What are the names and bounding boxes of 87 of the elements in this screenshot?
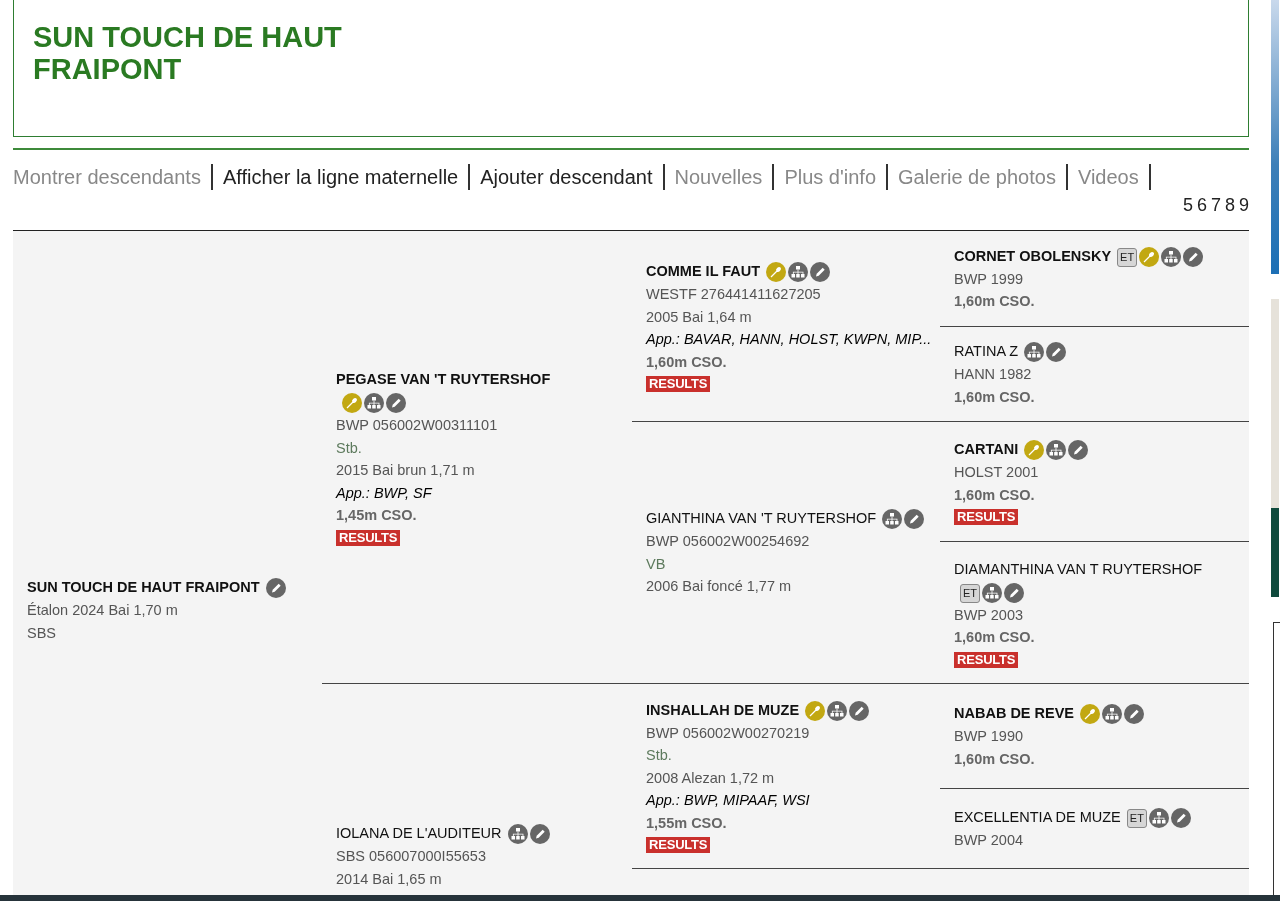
edit-icon[interactable] <box>904 509 925 530</box>
et-badge: ET <box>1117 247 1138 267</box>
sport-level: 1,60m CSO. <box>954 749 1036 769</box>
generation-link[interactable]: 6 <box>1196 194 1207 216</box>
horse-info: BWP 2004 <box>954 830 1025 850</box>
horse-name[interactable]: EXCELLENTIA DE MUZE <box>954 808 1121 825</box>
edit-icon[interactable] <box>1124 704 1145 725</box>
edit-icon[interactable] <box>849 700 870 721</box>
horse-info: HOLST 2001 <box>954 463 1040 482</box>
horse-info: 2014 Bai 1,65 m <box>336 869 443 889</box>
horse-name[interactable]: IOLANA DE L'AUDITEUR <box>336 825 502 841</box>
horse-info: Étalon 2024 Bai 1,70 m <box>27 601 179 620</box>
pedigree-tree-icon[interactable] <box>507 824 528 845</box>
generation-link[interactable]: 8 <box>1224 194 1235 216</box>
nav-link[interactable]: Galerie de photos <box>888 164 1066 190</box>
sport-level: 1,60m CSO. <box>646 352 728 372</box>
horse-name[interactable]: PEGASE VAN 'T RUYTERSHOF <box>336 371 551 388</box>
horse-status: Stb. <box>336 438 363 458</box>
nav-link[interactable]: Ajouter descendant <box>470 164 663 190</box>
pedigree-tree-icon[interactable] <box>1102 704 1123 725</box>
horse-info: 2006 Bai foncé 1,77 m <box>646 577 793 597</box>
results-button[interactable]: RESULTS <box>646 376 711 392</box>
horse-info: SBS <box>27 623 57 643</box>
approval-info: App.: BWP, SF <box>336 483 434 503</box>
pedigree-tree-icon[interactable] <box>1046 440 1067 461</box>
pedigree-tree-icon[interactable] <box>882 509 903 530</box>
horse-name[interactable]: DIAMANTHINA VAN T RUYTERSHOF <box>954 560 1203 577</box>
horse-info: BWP 056002W00270219 <box>646 723 811 743</box>
edit-icon[interactable] <box>1068 440 1089 461</box>
pedigree-tree-icon[interactable] <box>827 700 848 721</box>
horse-info: HANN 1982 <box>954 365 1033 384</box>
edit-icon[interactable] <box>810 262 831 283</box>
horse-status: VB <box>646 554 667 574</box>
et-badge: ET <box>960 583 981 603</box>
nav-link[interactable]: Plus d'info <box>774 164 887 190</box>
pedigree-tree-icon[interactable] <box>364 393 384 414</box>
horse-info: 2015 Bai brun 1,71 m <box>336 461 476 481</box>
edit-icon[interactable] <box>386 393 406 414</box>
horse-name[interactable]: RATINA Z <box>954 343 1019 359</box>
horse-name[interactable]: CORNET OBOLENSKY <box>954 247 1112 264</box>
pedigree-tree-icon[interactable] <box>1161 246 1182 267</box>
results-button[interactable]: RESULTS <box>646 837 711 854</box>
generation-link[interactable]: 9 <box>1239 194 1249 216</box>
edit-icon[interactable] <box>1046 342 1067 363</box>
results-button[interactable]: RESULTS <box>954 651 1019 668</box>
page-title: SUN TOUCH DE HAUT FRAIPONT <box>33 22 343 86</box>
horse-name[interactable]: NABAB DE REVE <box>954 705 1075 721</box>
edit-icon[interactable] <box>1170 807 1191 828</box>
sport-level: 1,55m CSO. <box>646 813 728 833</box>
edit-icon[interactable] <box>265 578 286 599</box>
edit-icon[interactable] <box>1004 582 1025 603</box>
horse-status: Stb. <box>646 746 673 766</box>
generation-link[interactable]: 7 <box>1210 194 1221 216</box>
et-badge: ET <box>1126 808 1147 828</box>
pedigree-tree-icon[interactable] <box>788 262 809 283</box>
nav-link[interactable]: Afficher la ligne maternelle <box>212 164 469 190</box>
nav-link[interactable]: Montrer descendants <box>13 164 211 190</box>
horse-name[interactable]: GIANTHINA VAN 'T RUYTERSHOF <box>646 510 877 527</box>
horse-name[interactable]: SUN TOUCH DE HAUT FRAIPONT <box>27 579 260 595</box>
horse-name[interactable]: CARTANI <box>954 441 1019 457</box>
nav-link[interactable]: Nouvelles <box>664 164 773 190</box>
horse-info: BWP 056002W00311101 <box>336 416 499 436</box>
sport-level: 1,60m CSO. <box>954 292 1036 311</box>
results-button[interactable]: RESULTS <box>954 509 1019 525</box>
sport-level: 1,60m CSO. <box>954 387 1036 407</box>
sport-level: 1,60m CSO. <box>954 485 1036 505</box>
edit-icon[interactable] <box>1183 246 1204 267</box>
horse-info: BWP 2003 <box>954 605 1025 625</box>
horse-name[interactable]: INSHALLAH DE MUZE <box>646 701 800 718</box>
pedigree-tree-icon[interactable] <box>1024 342 1045 363</box>
sport-level: 1,60m CSO. <box>954 628 1036 647</box>
approval-info: App.: BWP, MIPAAF, WSI <box>646 791 811 811</box>
horse-info: BWP 1990 <box>954 727 1025 746</box>
pedigree-tree-icon[interactable] <box>982 582 1003 603</box>
edit-icon[interactable] <box>529 824 550 845</box>
results-button[interactable]: RESULTS <box>336 529 401 546</box>
horse-info: SBS 056007000I55653 <box>336 847 487 866</box>
generation-link[interactable]: 5 <box>1182 194 1193 216</box>
sport-level: 1,45m CSO. <box>336 506 418 526</box>
horse-info: 2008 Alezan 1,72 m <box>646 768 776 788</box>
horse-info: BWP 1999 <box>954 269 1025 289</box>
nav-link[interactable]: Videos <box>1067 164 1149 190</box>
horse-info: BWP 056002W00254692 <box>646 532 811 552</box>
horse-info: 2005 Bai 1,64 m <box>646 307 753 327</box>
horse-name[interactable]: COMME IL FAUT <box>646 263 761 279</box>
horse-info: WESTF 276441411627205 <box>646 285 822 304</box>
pedigree-tree-icon[interactable] <box>1148 807 1169 828</box>
